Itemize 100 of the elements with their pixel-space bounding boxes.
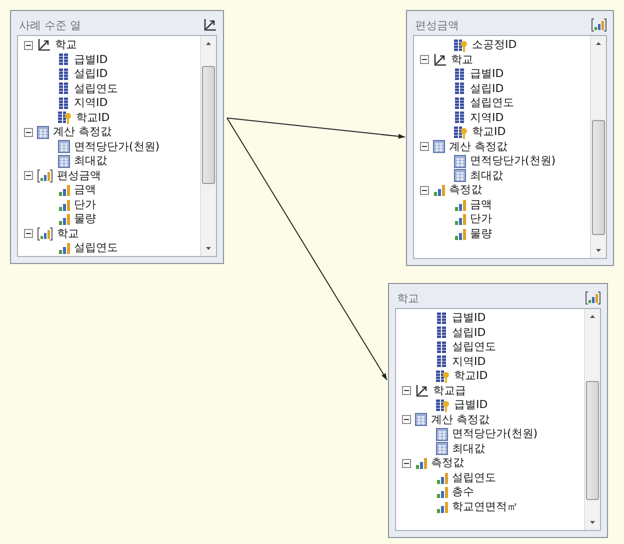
grid-icon [436,326,448,340]
tree-item[interactable]: 학교ID [454,369,488,384]
tree-item[interactable]: 학교ID [472,125,506,140]
tree-item[interactable]: 지역ID [470,110,504,125]
panel-title: 편성금액 [415,18,459,32]
tree-item[interactable]: 단가 [470,212,492,226]
tree-item[interactable]: 설립연도 [74,82,118,96]
tree-item[interactable]: 학교 [55,38,77,52]
bar-chart-icon [433,184,445,196]
grid-icon [454,82,466,96]
calculator-icon [415,413,427,426]
tree-item[interactable]: 지역ID [452,354,486,369]
grid-icon [58,96,70,110]
axis-icon [415,384,429,398]
tree-item[interactable]: 계산 측정값 [53,125,112,140]
bar-chart-icon [454,198,466,211]
bar-chart-icon [436,486,448,498]
calculator-icon [433,140,445,154]
bar-chart-icon [436,500,448,513]
bar-chart-icon [585,291,601,305]
calculator-icon [58,140,70,154]
tree-item[interactable]: 물량 [74,212,96,226]
tree-item[interactable]: 측정값 [449,183,482,198]
tree-item[interactable]: 최대값 [452,442,485,456]
bar-chart-icon [591,18,607,32]
tree-item[interactable]: 계산 측정값 [431,412,490,427]
tree-item[interactable]: 지역ID [74,96,108,110]
calculator-icon [454,169,466,182]
bar-chart-icon [58,184,70,196]
tree-item[interactable]: 면적당단가(천원) [452,427,538,442]
key-icon [454,126,468,139]
collapse-icon[interactable] [24,229,33,238]
grid-icon [436,312,448,325]
grid-icon [58,53,70,66]
grid-icon [454,96,466,110]
tree-item[interactable]: 면적당단가(천원) [470,154,556,168]
bar-chart-icon [58,198,70,211]
key-icon [58,111,72,124]
key-icon [454,38,468,52]
grid-icon [58,68,70,81]
tree-item[interactable]: 설립연도 [470,96,514,110]
axis-icon [203,18,217,32]
tree-item[interactable]: 급별ID [74,52,108,67]
tree-item[interactable]: 급별ID [470,67,504,82]
collapse-icon[interactable] [402,386,411,396]
calculator-icon [37,126,49,139]
grid-icon [454,111,466,124]
tree-item[interactable]: 학교 [451,52,473,67]
tree-item[interactable]: 최대값 [74,154,107,168]
collapse-icon[interactable] [24,40,33,50]
collapse-icon[interactable] [24,171,33,180]
bar-chart-icon [37,168,53,183]
tree-item[interactable]: 금액 [74,183,96,198]
tree-item[interactable]: 설립연도 [74,241,118,256]
collapse-icon[interactable] [420,55,429,64]
grid-icon [454,68,466,81]
tree-item[interactable]: 급별ID [452,311,486,326]
axis-icon [37,38,51,52]
tree-item[interactable]: 단가 [74,198,96,212]
tree-item[interactable]: 학교급 [433,384,466,398]
tree-item[interactable]: 소공정ID [472,38,517,52]
tree-item[interactable]: 학교 [57,226,79,241]
calculator-icon [436,442,448,456]
bar-chart-icon [436,472,448,484]
collapse-icon[interactable] [402,458,411,468]
collapse-icon[interactable] [420,142,429,152]
scrollbar[interactable] [590,36,606,258]
tree-item[interactable]: 금액 [470,198,492,212]
grid-icon [58,82,70,96]
tree-item[interactable]: 설립ID [470,82,504,96]
tree-item[interactable]: 설립ID [74,67,108,82]
key-icon [436,398,450,412]
tree-item[interactable]: 층수 [452,485,474,500]
tree-item[interactable]: 면적당단가(천원) [74,140,160,154]
tree-item[interactable]: 설립ID [452,326,486,340]
collapse-icon[interactable] [420,186,429,195]
panel-title: 사례 수준 열 [19,18,81,32]
collapse-icon[interactable] [24,128,33,137]
tree-item[interactable]: 설립연도 [452,340,496,354]
calculator-icon [436,428,448,441]
tree-item[interactable]: 설립연도 [452,470,496,485]
key-icon [436,370,450,383]
scrollbar[interactable] [200,36,216,256]
bar-chart-icon [58,213,70,226]
collapse-icon[interactable] [402,415,411,424]
bar-chart-icon [415,457,427,470]
grid-icon [436,355,448,368]
bar-chart-icon [454,228,466,240]
tree-item[interactable]: 급별ID [454,398,488,412]
calculator-icon [58,154,70,168]
tree-item[interactable]: 편성금액 [57,168,101,183]
tree-item[interactable]: 학교연면적㎡ [452,500,518,514]
scrollbar[interactable] [584,309,600,530]
tree-item[interactable]: 학교ID [76,110,110,125]
tree-item[interactable]: 계산 측정값 [449,140,508,154]
tree-item[interactable]: 물량 [470,226,492,241]
panel-title: 학교 [397,290,419,306]
tree-item[interactable]: 측정값 [431,456,464,470]
calculator-icon [454,154,466,168]
tree-item[interactable]: 최대값 [470,168,503,183]
